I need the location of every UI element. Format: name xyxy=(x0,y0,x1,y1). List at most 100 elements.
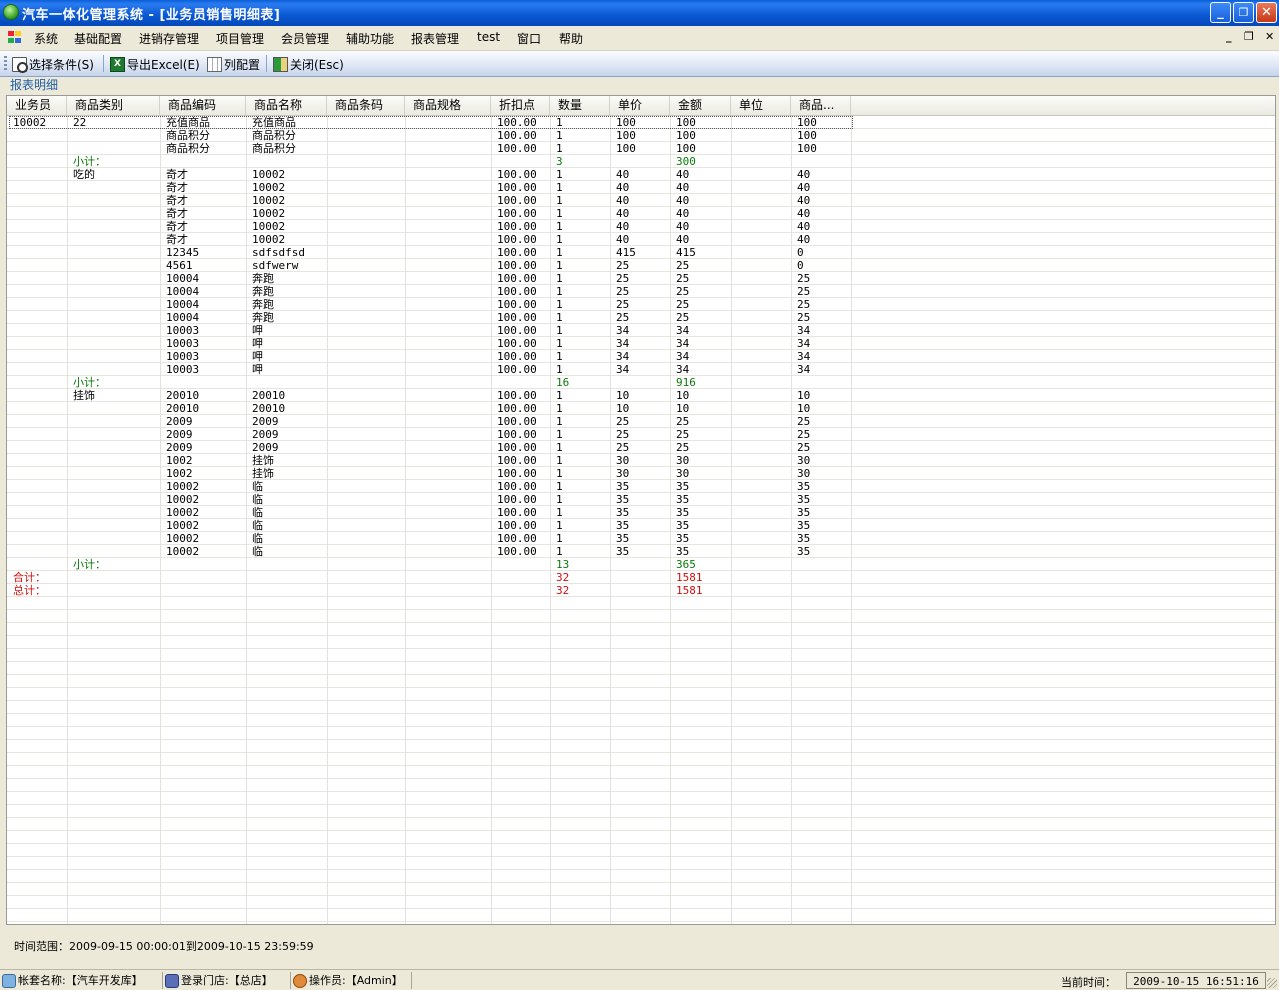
table-cell: 100.00 xyxy=(497,285,537,298)
table-cell: 34 xyxy=(676,350,690,363)
table-cell: 40 xyxy=(676,207,690,220)
table-cell: 1 xyxy=(556,350,563,363)
close-report-button[interactable]: 关闭(Esc) xyxy=(273,55,344,73)
table-row[interactable]: 10002 临 100.00 1 35 35 35 xyxy=(7,493,855,506)
select-condition-button[interactable]: 选择条件(S) xyxy=(12,55,94,73)
table-cell: 34 xyxy=(616,324,630,337)
menu-item[interactable]: 帮助 xyxy=(559,30,583,47)
table-cell: 1002 xyxy=(166,454,193,467)
table-cell: 充值商品 xyxy=(166,116,210,129)
table-cell: 挂饰 xyxy=(73,389,95,402)
table-row[interactable]: 2009 2009 100.00 1 25 25 25 xyxy=(7,428,855,441)
table-cell: 临 xyxy=(252,506,263,519)
table-row[interactable]: 10004 奔跑 100.00 1 25 25 25 xyxy=(7,311,855,324)
table-row[interactable]: 奇才 10002 100.00 1 40 40 40 xyxy=(7,194,855,207)
grid-body[interactable]: 10002 22 充值商品 充值商品 100.00 1 100 100 100 商品积分 商品积分 1… xyxy=(7,116,1275,924)
table-row[interactable]: 10002 临 100.00 1 35 35 35 xyxy=(7,519,855,532)
table-cell: 商品积分 xyxy=(252,142,296,155)
table-row[interactable]: 吃的 奇才 10002 100.00 1 40 40 40 xyxy=(7,168,855,181)
report-grid[interactable]: 业务员 商品类别 商品编码 商品名称 商品条码 商品规格 折扣点 数量 单价 金额 单位 商品... … xyxy=(6,95,1276,925)
table-row[interactable]: 10002 临 100.00 1 35 35 35 xyxy=(7,532,855,545)
close-icon[interactable]: ✕ xyxy=(1256,2,1277,23)
table-row[interactable]: 10004 奔跑 100.00 1 25 25 25 xyxy=(7,272,855,285)
table-cell: 35 xyxy=(797,480,811,493)
table-cell: 40 xyxy=(616,181,630,194)
total-row[interactable]: 合计： 32 1581 xyxy=(7,571,855,584)
table-row[interactable]: 4561 sdfwerw 100.00 1 25 25 0 xyxy=(7,259,855,272)
column-header[interactable]: 商品条码 xyxy=(327,96,405,115)
table-cell: 25 xyxy=(676,415,690,428)
resize-grip-icon[interactable] xyxy=(1267,978,1277,988)
excel-icon: X xyxy=(110,56,125,72)
mdi-window-icon[interactable] xyxy=(8,31,22,44)
exit-door-icon xyxy=(273,56,288,72)
table-row[interactable]: 10004 奔跑 100.00 1 25 25 25 xyxy=(7,298,855,311)
table-row[interactable]: 10002 临 100.00 1 35 35 35 xyxy=(7,480,855,493)
table-row[interactable]: 奇才 10002 100.00 1 40 40 40 xyxy=(7,207,855,220)
export-excel-button[interactable]: X 导出Excel(E) xyxy=(110,55,200,73)
table-row[interactable]: 2009 2009 100.00 1 25 25 25 xyxy=(7,415,855,428)
table-row[interactable]: 商品积分 商品积分 100.00 1 100 100 100 xyxy=(7,129,855,142)
menu-item[interactable]: 基础配置 xyxy=(74,30,122,47)
minimize-icon[interactable]: _ xyxy=(1210,2,1231,23)
table-cell: 25 xyxy=(616,415,630,428)
table-cell: 25 xyxy=(797,311,811,324)
total-row[interactable]: 总计： 32 1581 xyxy=(7,584,855,597)
table-row[interactable]: 挂饰 20010 20010 100.00 1 10 10 10 xyxy=(7,389,855,402)
column-header[interactable]: 折扣点 xyxy=(491,96,550,115)
table-row[interactable]: 奇才 10002 100.00 1 40 40 40 xyxy=(7,220,855,233)
table-cell: 吃的 xyxy=(73,168,95,181)
subtotal-row[interactable]: 小计： 16 916 xyxy=(7,376,855,389)
column-config-button[interactable]: 列配置 xyxy=(207,55,260,73)
table-row[interactable]: 奇才 10002 100.00 1 40 40 40 xyxy=(7,181,855,194)
table-row[interactable]: 10004 奔跑 100.00 1 25 25 25 xyxy=(7,285,855,298)
table-cell: 100.00 xyxy=(497,389,537,402)
menu-item[interactable]: 进销存管理 xyxy=(139,30,199,47)
table-row[interactable]: 10003 呷 100.00 1 34 34 34 xyxy=(7,350,855,363)
mdi-minimize-icon[interactable]: _ xyxy=(1226,30,1232,43)
table-cell: 30 xyxy=(676,467,690,480)
table-row[interactable]: 20010 20010 100.00 1 10 10 10 xyxy=(7,402,855,415)
restore-icon[interactable]: ❐ xyxy=(1233,2,1254,23)
table-row[interactable]: 12345 sdfsdfsd 100.00 1 415 415 0 xyxy=(7,246,855,259)
table-cell: 10002 xyxy=(13,116,47,129)
menu-item[interactable]: 窗口 xyxy=(517,30,541,47)
subtotal-row[interactable]: 小计： 13 365 xyxy=(7,558,855,571)
menu-item[interactable]: 报表管理 xyxy=(411,30,459,47)
mdi-close-icon[interactable]: ✕ xyxy=(1265,30,1274,43)
table-row[interactable]: 商品积分 商品积分 100.00 1 100 100 100 xyxy=(7,142,855,155)
table-cell: 100.00 xyxy=(497,545,537,558)
table-row[interactable]: 10002 22 充值商品 充值商品 100.00 1 100 100 100 xyxy=(7,116,855,129)
column-header[interactable]: 数量 xyxy=(550,96,610,115)
toolbar-grip[interactable] xyxy=(4,56,7,71)
table-row[interactable]: 10003 呷 100.00 1 34 34 34 xyxy=(7,363,855,376)
table-row[interactable]: 10003 呷 100.00 1 34 34 34 xyxy=(7,337,855,350)
menu-item[interactable]: 项目管理 xyxy=(216,30,264,47)
menu-item[interactable]: 辅助功能 xyxy=(346,30,394,47)
table-row[interactable]: 10002 临 100.00 1 35 35 35 xyxy=(7,545,855,558)
column-header[interactable]: 商品... xyxy=(791,96,851,115)
table-row[interactable]: 2009 2009 100.00 1 25 25 25 xyxy=(7,441,855,454)
table-cell: 2009 xyxy=(252,428,279,441)
column-header[interactable]: 单价 xyxy=(610,96,670,115)
column-header[interactable]: 商品类别 xyxy=(67,96,160,115)
column-header[interactable]: 商品名称 xyxy=(246,96,327,115)
table-cell: 30 xyxy=(797,467,811,480)
column-header[interactable]: 商品规格 xyxy=(405,96,491,115)
column-header[interactable]: 金额 xyxy=(670,96,731,115)
table-cell: 35 xyxy=(676,506,690,519)
table-row[interactable]: 1002 挂饰 100.00 1 30 30 30 xyxy=(7,467,855,480)
menu-item[interactable]: 系统 xyxy=(34,30,58,47)
table-cell: 40 xyxy=(676,233,690,246)
table-row[interactable]: 10002 临 100.00 1 35 35 35 xyxy=(7,506,855,519)
table-row[interactable]: 1002 挂饰 100.00 1 30 30 30 xyxy=(7,454,855,467)
menu-item[interactable]: test xyxy=(477,30,500,44)
mdi-restore-icon[interactable]: ❐ xyxy=(1244,30,1254,43)
column-header[interactable]: 商品编码 xyxy=(160,96,246,115)
table-row[interactable]: 10003 呷 100.00 1 34 34 34 xyxy=(7,324,855,337)
column-header[interactable]: 单位 xyxy=(731,96,791,115)
subtotal-row[interactable]: 小计： 3 300 xyxy=(7,155,855,168)
table-row[interactable]: 奇才 10002 100.00 1 40 40 40 xyxy=(7,233,855,246)
column-header[interactable]: 业务员 xyxy=(7,96,67,115)
menu-item[interactable]: 会员管理 xyxy=(281,30,329,47)
